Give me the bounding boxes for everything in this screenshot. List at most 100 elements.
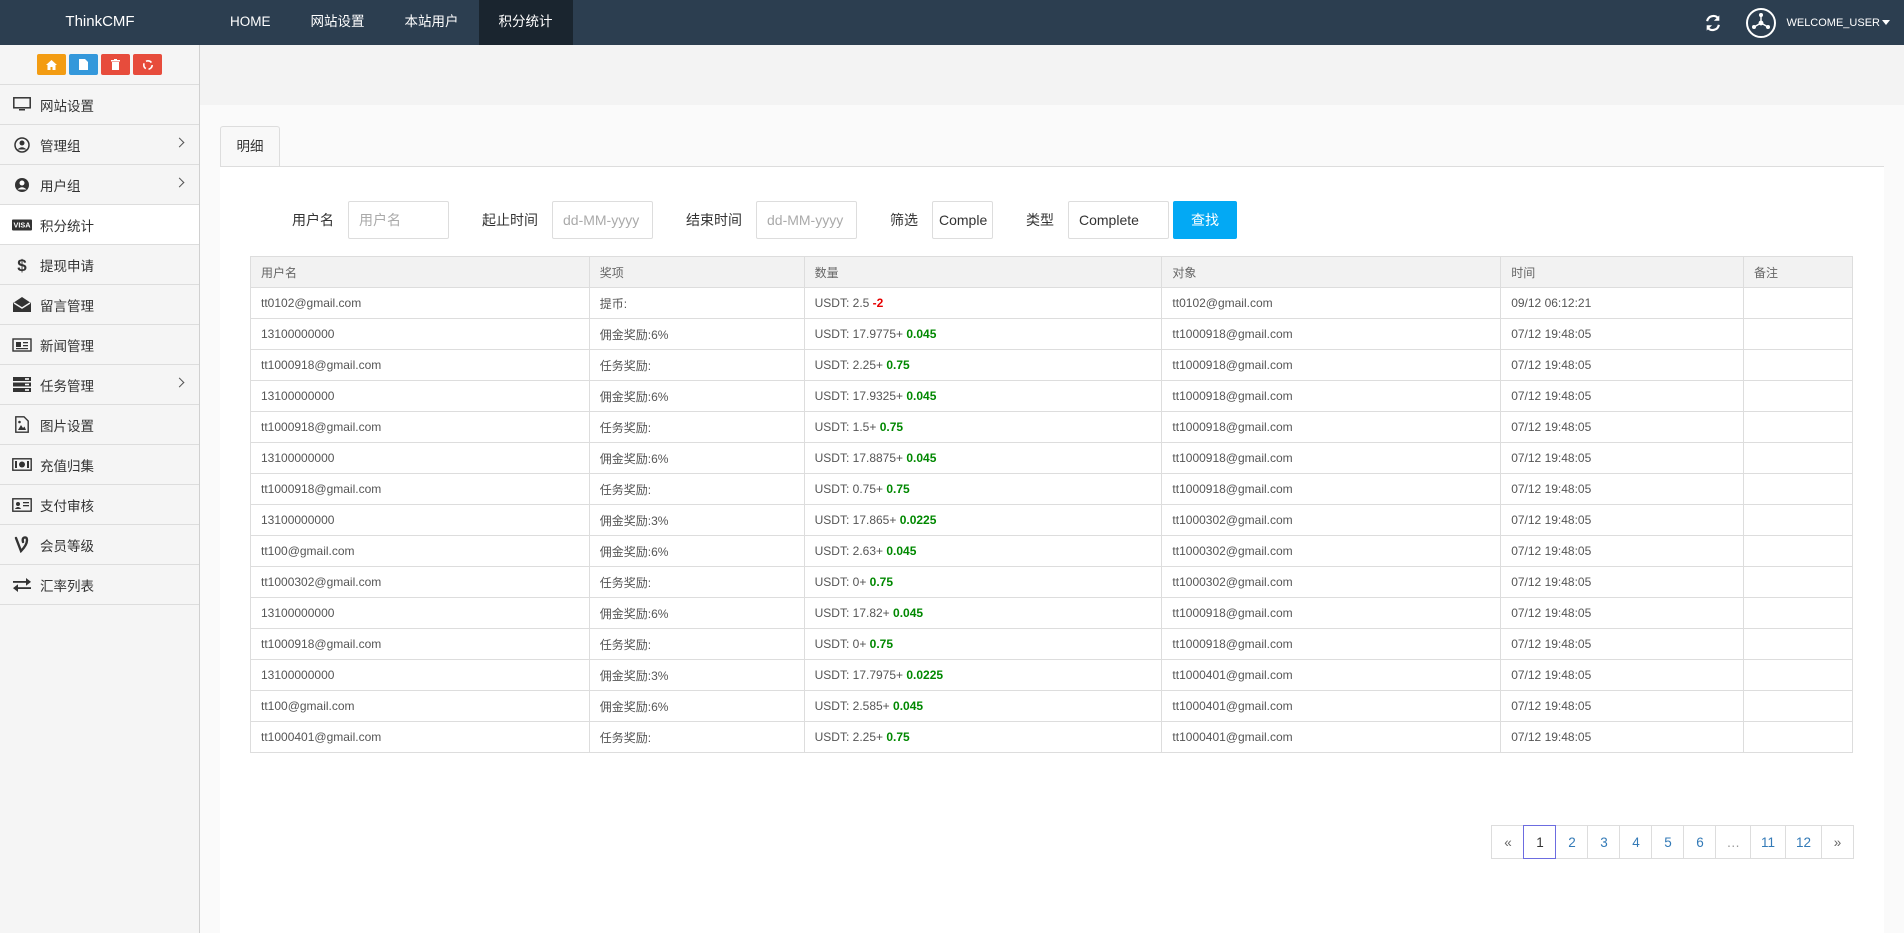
- cell-target: tt0102@gmail.com: [1161, 287, 1502, 319]
- cell-award: 任务奖励:: [588, 473, 805, 505]
- type-select[interactable]: Complete: [1068, 201, 1169, 239]
- sidebar-item-recharge[interactable]: 充值归集: [0, 445, 199, 485]
- sidebar-item-label: 充值归集: [40, 458, 94, 474]
- pagination-prev-button[interactable]: «: [1491, 825, 1525, 859]
- pagination-page-2[interactable]: 2: [1555, 825, 1589, 859]
- user-circle-icon: [12, 136, 32, 153]
- recycle-shortcut-button[interactable]: [133, 54, 162, 75]
- cell-note: [1743, 318, 1853, 350]
- cell-award: 佣金奖励:6%: [588, 535, 805, 567]
- pagination-page-1[interactable]: 1: [1523, 825, 1557, 859]
- nav-site-users[interactable]: 本站用户: [385, 0, 479, 45]
- sidebar-item-admin-group[interactable]: 管理组: [0, 125, 199, 165]
- sidebar-item-news[interactable]: 新闻管理: [0, 325, 199, 365]
- home-shortcut-button[interactable]: [37, 54, 66, 75]
- column-header-note[interactable]: 备注: [1743, 256, 1853, 288]
- screen-select[interactable]: Comple: [932, 201, 993, 239]
- pagination-page-5[interactable]: 5: [1651, 825, 1685, 859]
- quantity-delta: 0.75: [869, 575, 894, 589]
- tab-details[interactable]: 明细: [220, 126, 280, 167]
- cell-award: 佣金奖励:6%: [588, 380, 805, 412]
- pagination-page-11[interactable]: 11: [1749, 825, 1786, 859]
- quantity-delta: -2: [872, 296, 884, 310]
- quantity-base: USDT: 0+: [814, 637, 867, 651]
- sidebar-item-points-stats[interactable]: VISA 积分统计: [0, 205, 199, 245]
- quantity-delta: 0.045: [906, 451, 937, 465]
- column-header-time[interactable]: 时间: [1500, 256, 1745, 288]
- sidebar-item-member-levels[interactable]: 会员等级: [0, 525, 199, 565]
- quantity-delta: 0.75: [869, 637, 894, 651]
- cell-time: 07/12 19:48:05: [1500, 535, 1745, 567]
- sidebar: 网站设置 管理组 用户组 VISA 积分统计 $ 提现申请 留言管理 新闻管理 …: [0, 45, 200, 933]
- column-header-award[interactable]: 奖项: [588, 256, 805, 288]
- sidebar-item-messages[interactable]: 留言管理: [0, 285, 199, 325]
- cell-award: 佣金奖励:6%: [588, 597, 805, 629]
- start-date-input[interactable]: dd-MM-yyyy: [552, 201, 653, 239]
- sidebar-item-payment-review[interactable]: 支付审核: [0, 485, 199, 525]
- quantity-base: USDT: 17.7975+: [814, 668, 904, 682]
- search-button[interactable]: 查找: [1173, 201, 1237, 239]
- cell-target: tt1000918@gmail.com: [1161, 442, 1502, 474]
- chevron-right-icon: [174, 377, 185, 388]
- table-row: tt0102@gmail.com 提币: USDT: 2.5 -2 tt0102@gm…: [250, 287, 1853, 319]
- cell-time: 07/12 19:48:05: [1500, 411, 1745, 443]
- trash-shortcut-button[interactable]: [101, 54, 130, 75]
- cell-time: 07/12 19:48:05: [1500, 442, 1745, 474]
- sidebar-item-images[interactable]: 图片设置: [0, 405, 199, 445]
- pagination-page-4[interactable]: 4: [1619, 825, 1653, 859]
- chevron-right-icon: [174, 137, 185, 148]
- caret-down-icon: [1882, 20, 1890, 25]
- refresh-icon[interactable]: [1704, 14, 1722, 32]
- pagination-page-12[interactable]: 12: [1784, 825, 1822, 859]
- pagination-next-button[interactable]: »: [1821, 825, 1854, 859]
- quantity-base: USDT: 17.8875+: [814, 451, 904, 465]
- cell-note: [1743, 566, 1853, 598]
- quantity-delta: 0.75: [886, 482, 910, 496]
- cell-award: 佣金奖励:6%: [588, 442, 805, 474]
- quantity-delta: 0.75: [879, 420, 904, 434]
- pagination-page-3[interactable]: 3: [1587, 825, 1621, 859]
- pagination-page-6[interactable]: 6: [1683, 825, 1717, 859]
- table-row: 13100000000 佣金奖励:6% USDT: 17.8875+ 0.045 tt…: [250, 442, 1853, 474]
- column-header-username[interactable]: 用户名: [250, 256, 590, 288]
- exchange-icon: [12, 577, 32, 593]
- cell-quantity: USDT: 17.82+ 0.045: [803, 597, 1163, 629]
- cell-username: tt1000302@gmail.com: [250, 566, 590, 598]
- avatar[interactable]: [1746, 7, 1777, 38]
- cell-target: tt1000918@gmail.com: [1161, 473, 1502, 505]
- cell-username: tt1000918@gmail.com: [250, 628, 590, 660]
- table-row: tt1000918@gmail.com 任务奖励: USDT: 0+ 0.75 tt1…: [250, 628, 1853, 660]
- cell-quantity: USDT: 1.5+ 0.75: [803, 411, 1163, 443]
- quantity-delta: 0.045: [906, 389, 937, 403]
- sidebar-item-withdrawals[interactable]: $ 提现申请: [0, 245, 199, 285]
- nav-points-stats[interactable]: 积分统计: [478, 0, 573, 45]
- screen-label: 筛选: [890, 212, 918, 228]
- sidebar-item-exchange-rates[interactable]: 汇率列表: [0, 565, 199, 605]
- sidebar-item-user-group[interactable]: 用户组: [0, 165, 199, 205]
- cell-username: tt1000918@gmail.com: [250, 411, 590, 443]
- sidebar-item-site-settings[interactable]: 网站设置: [0, 85, 199, 125]
- cell-note: [1743, 380, 1853, 412]
- user-icon: [12, 177, 32, 193]
- file-shortcut-button[interactable]: [69, 54, 98, 75]
- cell-award: 任务奖励:: [588, 566, 805, 598]
- username-input[interactable]: 用户名: [348, 201, 449, 239]
- cell-note: [1743, 473, 1853, 505]
- brand-logo[interactable]: ThinkCMF: [0, 0, 200, 45]
- nav-home[interactable]: HOME: [210, 0, 291, 45]
- cell-target: tt1000302@gmail.com: [1161, 504, 1502, 536]
- column-header-target[interactable]: 对象: [1161, 256, 1502, 288]
- sidebar-item-tasks[interactable]: 任务管理: [0, 365, 199, 405]
- cell-time: 07/12 19:48:05: [1500, 380, 1745, 412]
- nav-site-settings[interactable]: 网站设置: [291, 0, 385, 45]
- quantity-delta: 0.045: [893, 606, 924, 620]
- sidebar-item-label: 新闻管理: [40, 338, 94, 354]
- table-row: 13100000000 佣金奖励:6% USDT: 17.9325+ 0.045 tt…: [250, 380, 1853, 412]
- svg-text:VISA: VISA: [14, 220, 32, 229]
- svg-text:$: $: [17, 256, 27, 274]
- quantity-base: USDT: 0.75+: [814, 482, 884, 496]
- column-header-quantity[interactable]: 数量: [803, 256, 1163, 288]
- user-menu[interactable]: WELCOME_USER: [1786, 17, 1890, 29]
- cell-note: [1743, 597, 1853, 629]
- end-date-input[interactable]: dd-MM-yyyy: [756, 201, 857, 239]
